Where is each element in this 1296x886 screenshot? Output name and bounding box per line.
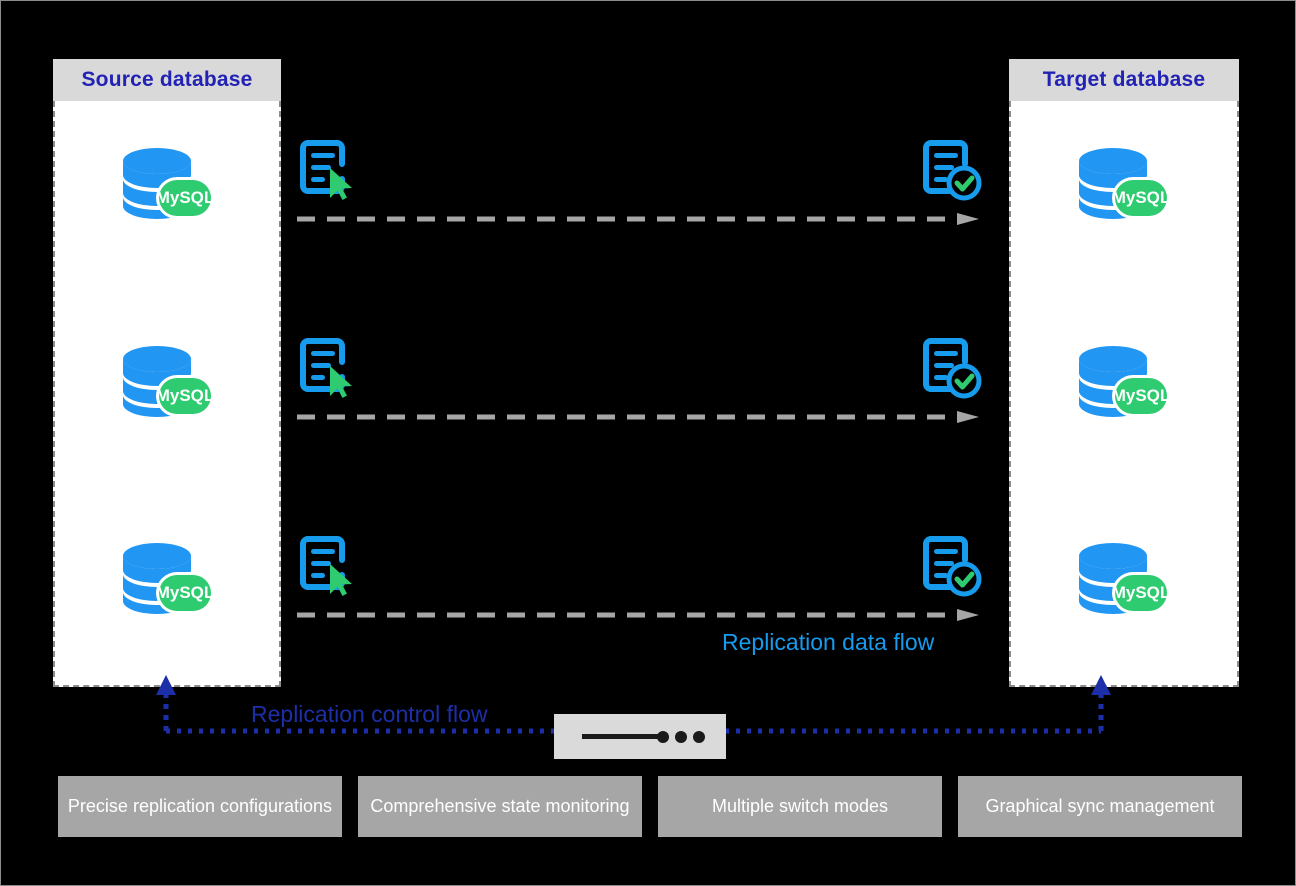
- svg-text:MySQL: MySQL: [1112, 188, 1171, 207]
- replication-control-flow-label: Replication control flow: [251, 701, 488, 727]
- diagram-canvas: Source database MySQL MySQL MySQL Target…: [0, 0, 1296, 886]
- mysql-database-icon: MySQL: [115, 342, 219, 420]
- device-indicator-dot: [675, 731, 687, 743]
- target-database-title: Target database: [1042, 68, 1206, 91]
- mysql-database-icon: MySQL: [1071, 539, 1175, 617]
- document-cursor-icon: [297, 139, 355, 201]
- svg-text:MySQL: MySQL: [156, 583, 215, 602]
- device-indicator-dot: [657, 731, 669, 743]
- feature-label: Multiple switch modes: [711, 795, 889, 816]
- svg-text:MySQL: MySQL: [156, 386, 215, 405]
- data-flow-arrow: [297, 213, 981, 225]
- mysql-database-icon: MySQL: [1071, 342, 1175, 420]
- feature-label: Comprehensive state monitoring: [370, 795, 630, 816]
- device-indicator-line: [582, 734, 658, 739]
- feature-label: Graphical sync management: [985, 795, 1215, 816]
- svg-text:MySQL: MySQL: [1112, 386, 1171, 405]
- source-database-header: Source database: [53, 59, 281, 101]
- feature-box-comprehensive-state-monitoring[interactable]: Comprehensive state monitoring: [358, 776, 642, 837]
- feature-box-graphical-sync-management[interactable]: Graphical sync management: [958, 776, 1242, 837]
- document-cursor-icon: [297, 535, 355, 597]
- mysql-database-icon: MySQL: [115, 144, 219, 222]
- document-cursor-icon: [297, 337, 355, 399]
- data-flow-arrow: [297, 411, 981, 423]
- mysql-database-icon: MySQL: [115, 539, 219, 617]
- mysql-database-icon: MySQL: [1071, 144, 1175, 222]
- target-database-header: Target database: [1009, 59, 1239, 101]
- data-flow-arrow: [297, 609, 981, 621]
- replication-data-flow-label: Replication data flow: [722, 629, 935, 655]
- feature-box-precise-replication-configurations[interactable]: Precise replication configurations: [58, 776, 342, 837]
- document-check-icon: [920, 337, 982, 399]
- device-indicator-dot: [693, 731, 705, 743]
- svg-text:MySQL: MySQL: [1112, 583, 1171, 602]
- feature-box-multiple-switch-modes[interactable]: Multiple switch modes: [658, 776, 942, 837]
- source-database-title: Source database: [81, 68, 253, 91]
- document-check-icon: [920, 139, 982, 201]
- svg-text:MySQL: MySQL: [156, 188, 215, 207]
- replication-server-device: [554, 714, 726, 759]
- document-check-icon: [920, 535, 982, 597]
- feature-label: Precise replication configurations: [67, 795, 333, 816]
